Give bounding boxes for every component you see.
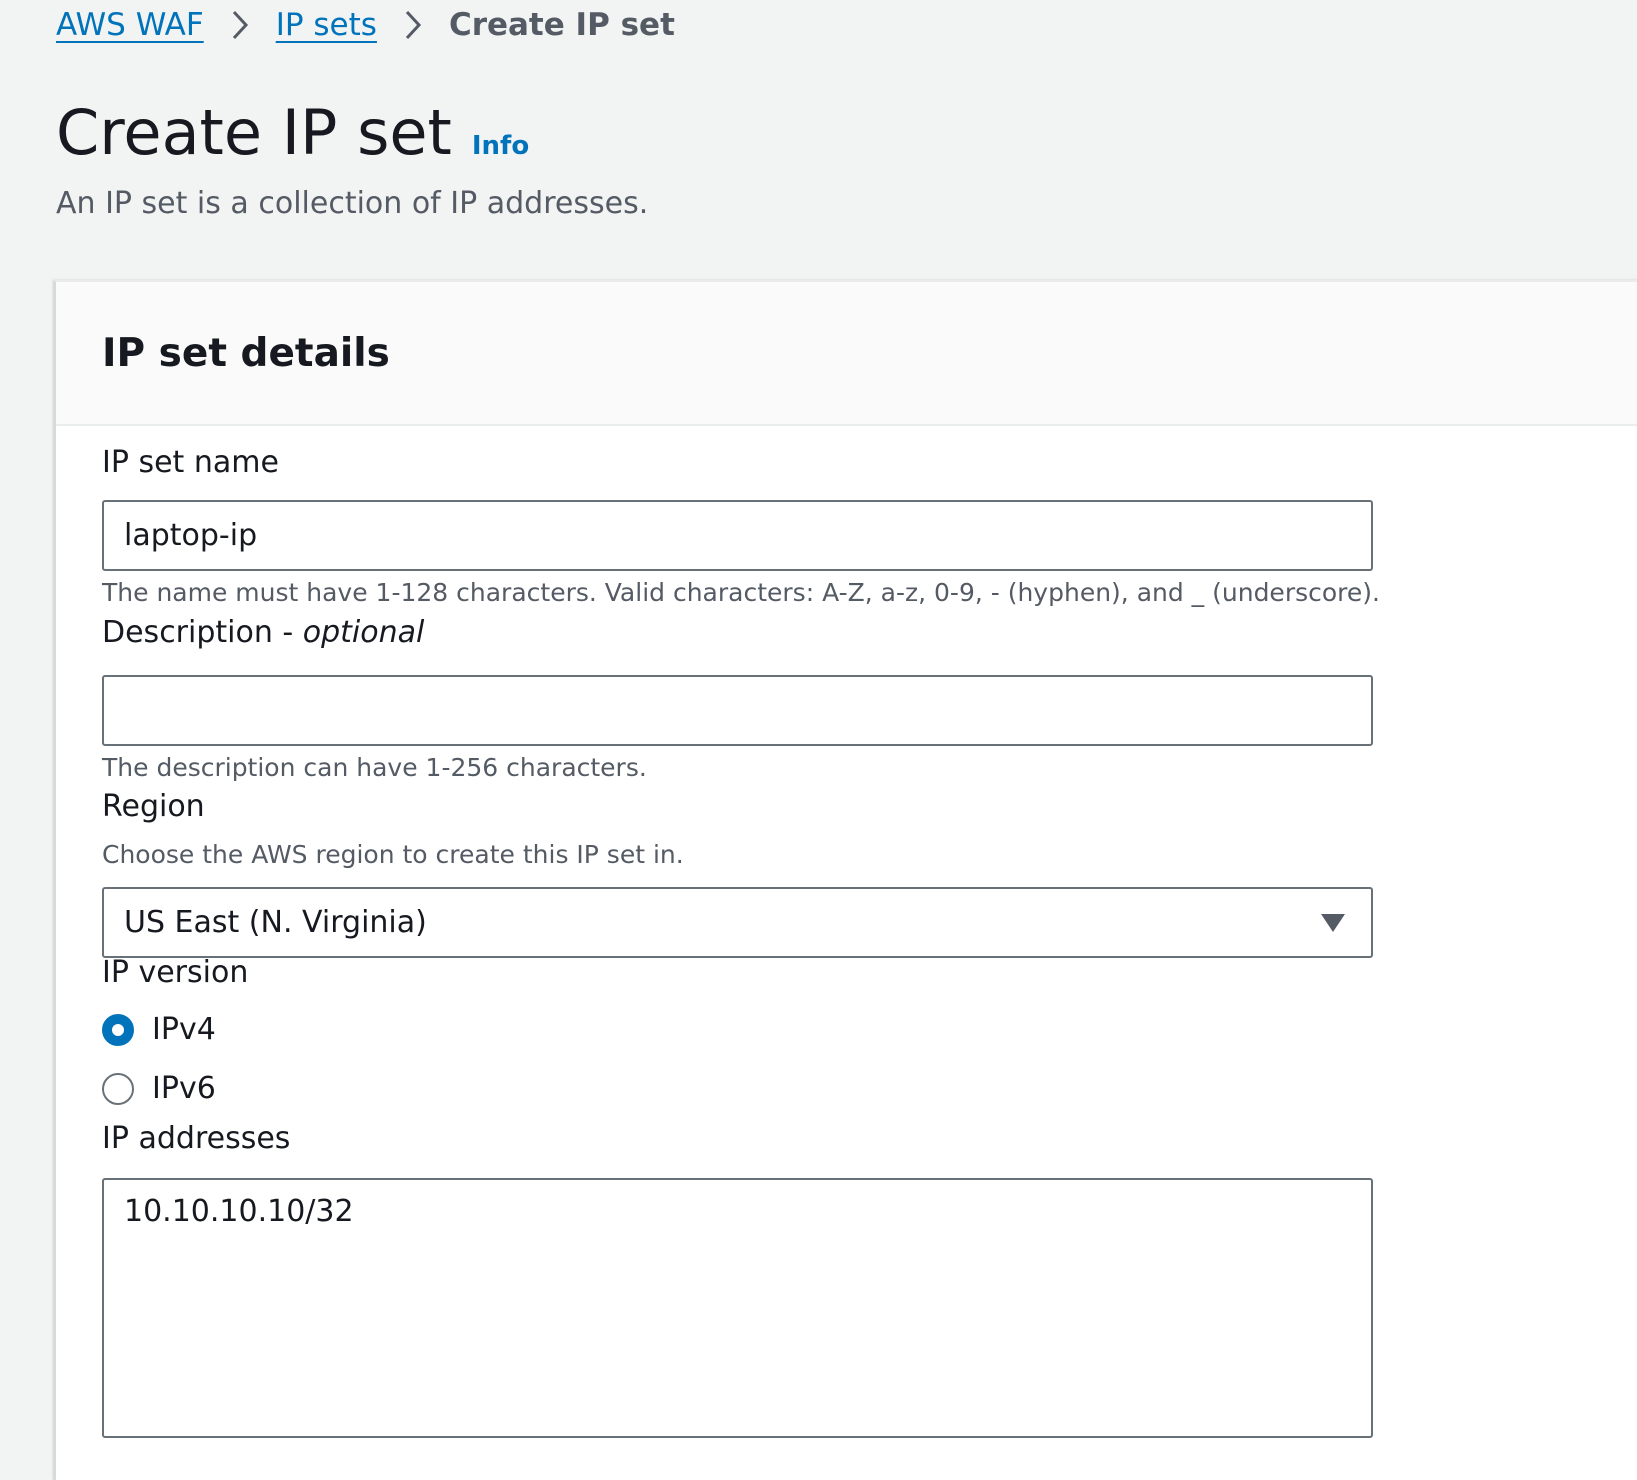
chevron-right-icon <box>204 4 276 46</box>
info-link[interactable]: Info <box>472 131 529 161</box>
ip-set-name-label: IP set name <box>102 445 279 480</box>
ip-version-label: IP version <box>102 955 249 990</box>
chevron-right-icon <box>377 4 449 46</box>
breadcrumb-link-ip-sets[interactable]: IP sets <box>276 7 377 43</box>
breadcrumb-current: Create IP set <box>448 7 675 43</box>
region-hint: Choose the AWS region to create this IP … <box>102 840 684 869</box>
optional-label: optional <box>302 615 425 650</box>
breadcrumb: AWS WAF IP sets Create IP set <box>56 4 675 46</box>
radio-checked-icon[interactable] <box>102 1013 134 1046</box>
description-label: Description - optional <box>102 615 424 650</box>
panel-header: IP set details <box>56 282 1637 426</box>
ip-addresses-textarea[interactable]: 10.10.10.10/32 <box>102 1178 1373 1438</box>
ip-set-name-hint: The name must have 1-128 characters. Val… <box>102 578 1380 607</box>
region-select[interactable]: US East (N. Virginia) <box>102 887 1373 958</box>
description-label-text: Description - <box>102 615 303 650</box>
region-label: Region <box>102 789 205 824</box>
panel-title: IP set details <box>102 330 390 376</box>
radio-ipv6[interactable]: IPv6 <box>102 1071 216 1106</box>
ip-addresses-label: IP addresses <box>102 1121 291 1156</box>
description-input[interactable] <box>102 675 1373 746</box>
description-hint: The description can have 1-256 character… <box>102 753 647 782</box>
region-selected-value: US East (N. Virginia) <box>124 905 427 940</box>
radio-ipv4-label: IPv4 <box>152 1012 216 1047</box>
radio-ipv4[interactable]: IPv4 <box>102 1012 216 1047</box>
page-title: Create IP set <box>56 96 452 169</box>
page-description: An IP set is a collection of IP addresse… <box>56 186 649 221</box>
radio-unchecked-icon[interactable] <box>102 1072 134 1105</box>
ip-set-details-panel: IP set details IP set name laptop-ip The… <box>54 280 1637 1480</box>
breadcrumb-link-aws-waf[interactable]: AWS WAF <box>56 7 204 43</box>
ip-set-name-input[interactable]: laptop-ip <box>102 500 1373 571</box>
page-header: Create IP set Info <box>56 96 529 169</box>
radio-ipv6-label: IPv6 <box>152 1071 216 1106</box>
caret-down-icon <box>1321 913 1345 932</box>
